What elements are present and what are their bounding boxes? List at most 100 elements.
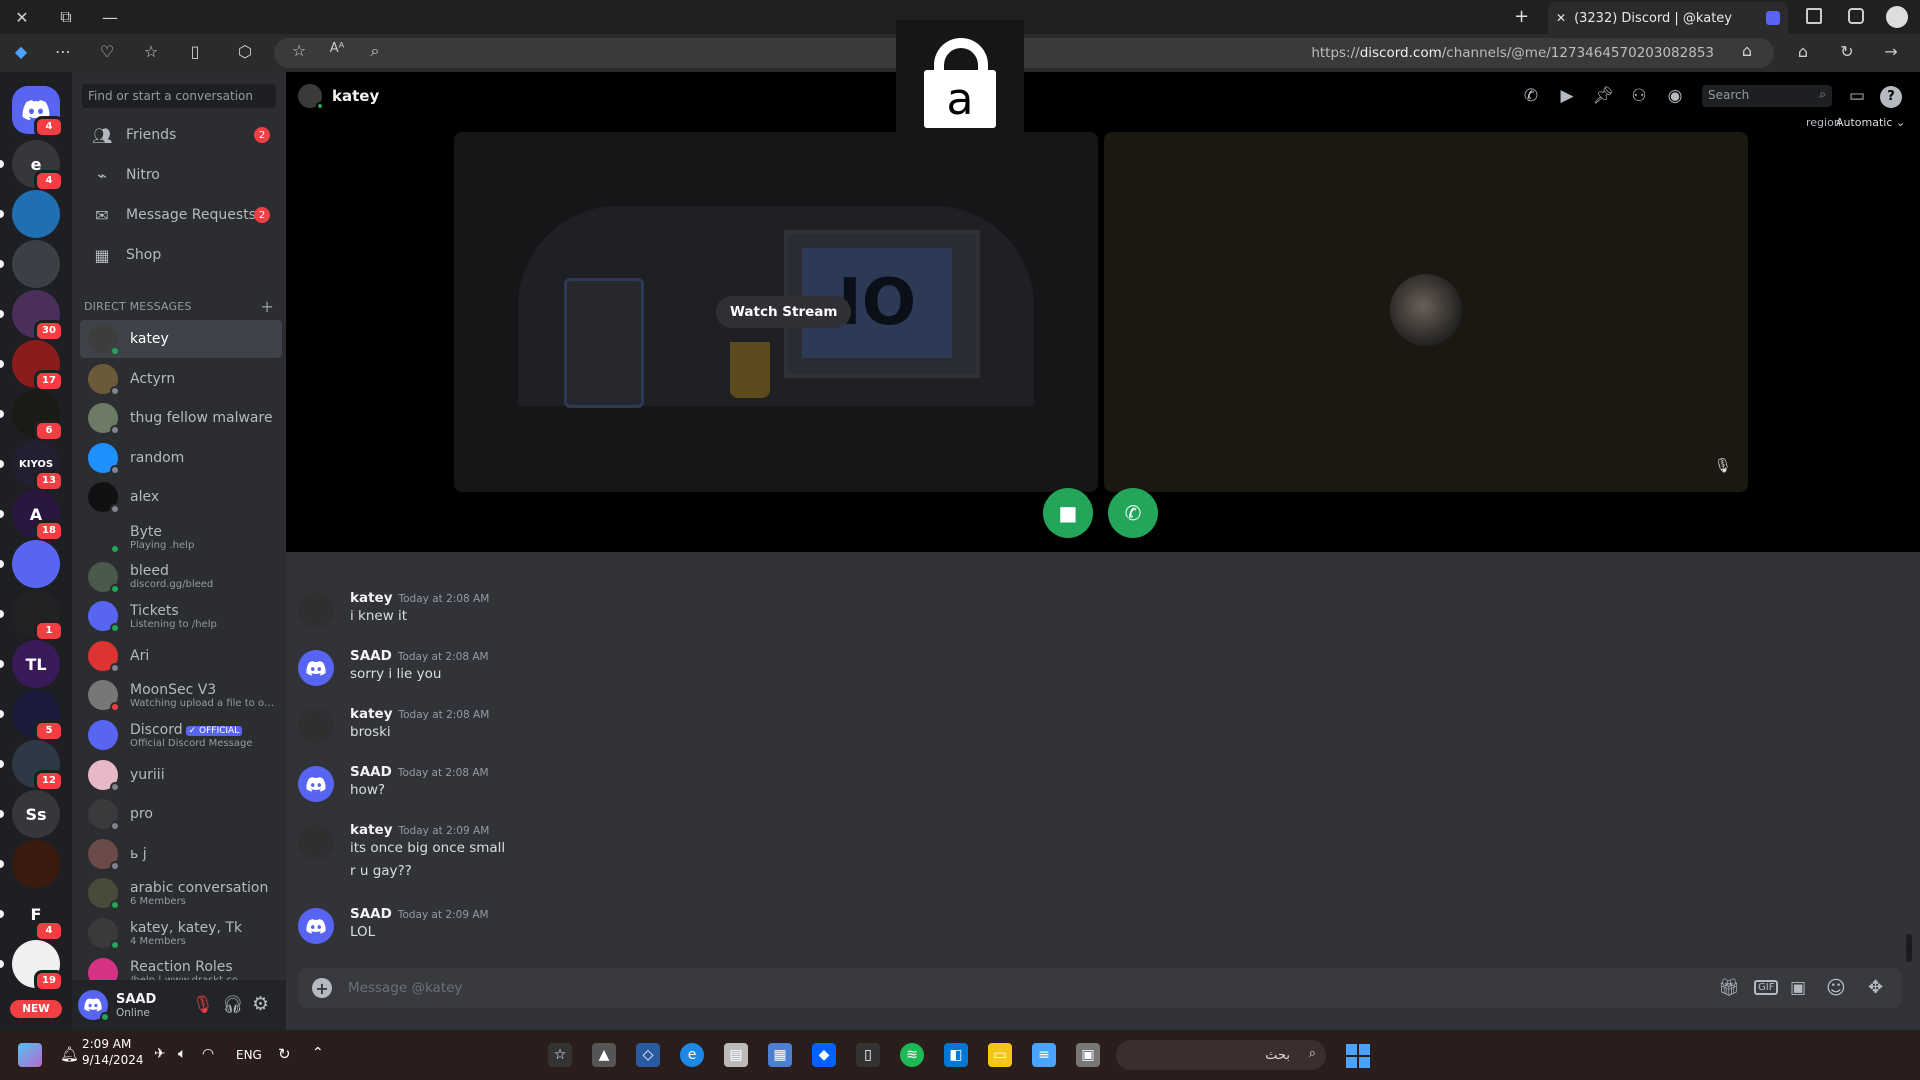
dm-item[interactable]: MoonSec V3 Watching upload a file to obfu… — [80, 676, 282, 714]
taskbar-app-3-icon[interactable]: ◇ — [636, 1043, 660, 1067]
video-call-icon[interactable]: ▶ — [1556, 86, 1578, 108]
dm-item[interactable]: katey, katey, Tk 4 Members — [80, 914, 282, 952]
server-icon[interactable] — [12, 840, 60, 888]
airplane-icon[interactable]: ✈ — [154, 1046, 166, 1062]
server-icon[interactable]: A 18 — [12, 490, 64, 542]
taskbar-app-5-icon[interactable]: ▤ — [724, 1043, 748, 1067]
help-icon[interactable]: ? — [1880, 86, 1902, 108]
language-indicator[interactable]: ENG — [236, 1048, 262, 1062]
join-call-button[interactable]: ✆ — [1108, 488, 1158, 538]
message-composer[interactable]: + Message @katey 🎁︎ GIF ▣ ☺ ✥ — [298, 968, 1902, 1008]
server-icon[interactable]: Ss — [12, 790, 60, 838]
edge-icon[interactable]: e — [680, 1043, 704, 1067]
extensions-icon[interactable]: ⬡ — [234, 42, 256, 64]
minimize-window-icon[interactable]: — — [88, 0, 132, 34]
server-icon[interactable]: 30 — [12, 290, 64, 342]
dm-item[interactable]: ь j — [80, 835, 282, 873]
dm-item[interactable]: Actyrn — [80, 360, 282, 398]
dm-item[interactable]: yuriii — [80, 756, 282, 794]
dropbox-icon[interactable]: ◆ — [812, 1043, 836, 1067]
windows-start-icon[interactable] — [1346, 1044, 1370, 1068]
video-tile[interactable]: 🎙︎ — [1104, 132, 1748, 492]
heart-icon[interactable]: ♡ — [96, 42, 118, 64]
notification-bell-icon[interactable]: 🔔︎ — [60, 1045, 79, 1063]
message-author[interactable]: katey Today at 2:08 AM — [350, 590, 489, 606]
message-avatar[interactable] — [298, 908, 334, 944]
widgets-icon[interactable] — [18, 1043, 42, 1067]
apps-icon[interactable]: ✥ — [1868, 977, 1883, 998]
taskbar-app-13-icon[interactable]: ▣ — [1076, 1043, 1100, 1067]
favorites-icon[interactable]: ☆ — [140, 42, 162, 64]
server-icon[interactable]: 1 — [12, 590, 64, 642]
dm-item[interactable]: Discord ✓ OFFICIAL Official Discord Messag… — [80, 716, 282, 754]
dm-item[interactable]: arabic conversation 6 Members — [80, 874, 282, 912]
watch-stream-button[interactable]: Watch Stream — [716, 296, 852, 328]
headphones-icon[interactable]: 🎧︎ — [222, 995, 244, 1015]
gift-icon[interactable]: 🎁︎ — [1718, 978, 1740, 998]
recipient-avatar[interactable] — [298, 84, 324, 110]
taskbar-app-1-icon[interactable]: ☆ — [548, 1043, 572, 1067]
dm-item[interactable]: alex — [80, 478, 282, 516]
message-author[interactable]: SAAD Today at 2:08 AM — [350, 648, 489, 664]
inbox-icon[interactable]: ▭ — [1846, 86, 1868, 108]
collections-icon[interactable] — [1848, 8, 1864, 24]
dm-item[interactable]: Byte Playing .help — [80, 518, 282, 556]
sync-icon[interactable]: ↻ — [278, 1045, 291, 1063]
settings-gear-icon[interactable]: ⚙ — [252, 993, 269, 1015]
notepad-icon[interactable]: ≡ — [1032, 1043, 1056, 1067]
dm-item[interactable]: Tickets Listening to /help — [80, 597, 282, 635]
dm-item[interactable]: katey — [80, 320, 282, 358]
favorite-star-icon[interactable]: ☆ — [288, 41, 310, 63]
read-aloud-icon[interactable]: Aᴬ — [326, 41, 348, 63]
tab-actions-icon[interactable] — [1806, 8, 1822, 24]
message-author[interactable]: SAAD Today at 2:08 AM — [350, 764, 489, 780]
find-conversation-input[interactable]: Find or start a conversation — [82, 84, 276, 108]
user-profile-icon[interactable]: ◉ — [1664, 86, 1686, 108]
spotify-icon[interactable]: ≋ — [900, 1043, 924, 1067]
more-icon[interactable]: ⋯ — [52, 42, 74, 64]
server-icon[interactable]: e4 — [12, 140, 64, 192]
refresh-icon[interactable]: ↻ — [1836, 42, 1858, 64]
server-icon[interactable]: KIYOS 13 — [12, 440, 64, 492]
add-friends-icon[interactable]: ⚇ — [1628, 86, 1650, 108]
new-unreads-badge[interactable]: NEW — [10, 1000, 62, 1018]
show-hidden-icons-chevron-icon[interactable]: ⌃ — [312, 1045, 324, 1061]
nav-nitro[interactable]: ⌁ Nitro — [80, 156, 278, 194]
wifi-icon[interactable]: ◠ — [202, 1046, 214, 1062]
dm-item[interactable]: bleed discord.gg/bleed — [80, 558, 282, 596]
home-icon[interactable]: ⌂ — [1792, 42, 1814, 64]
server-icon[interactable] — [12, 190, 60, 238]
create-dm-icon[interactable]: + — [260, 297, 274, 316]
server-icon[interactable]: 5 — [12, 690, 64, 742]
message-avatar[interactable] — [298, 592, 334, 628]
message-avatar[interactable] — [298, 824, 334, 860]
browser-tab[interactable]: ✕ (3232) Discord | @katey — [1548, 2, 1788, 34]
taskbar-app-8-icon[interactable]: ▯ — [856, 1043, 880, 1067]
pinned-messages-icon[interactable]: 📌︎ — [1592, 86, 1614, 108]
user-avatar[interactable] — [78, 990, 110, 1022]
attach-plus-icon[interactable]: + — [312, 978, 332, 998]
dm-item[interactable]: random — [80, 439, 282, 477]
server-icon[interactable]: TL — [12, 640, 60, 688]
stream-tile[interactable]: IO Watch Stream — [454, 132, 1098, 492]
copilot-icon[interactable]: ◆ — [10, 42, 32, 64]
recipient-name[interactable]: katey — [332, 87, 379, 105]
voice-call-icon[interactable]: ✆ — [1520, 86, 1542, 108]
taskbar-search[interactable]: بحث ⌕ — [1116, 1040, 1326, 1070]
server-icon[interactable]: 12 — [12, 740, 64, 792]
discord-home-icon[interactable]: 4 — [12, 86, 64, 138]
close-tab-icon[interactable]: ✕ — [1556, 11, 1566, 25]
server-icon[interactable]: F4 — [12, 890, 64, 942]
server-icon[interactable] — [12, 540, 60, 588]
taskbar-app-10-icon[interactable]: ◧ — [944, 1043, 968, 1067]
server-icon[interactable] — [12, 240, 60, 288]
chat-scrollbar[interactable] — [1906, 934, 1912, 962]
sticker-icon[interactable]: ▣ — [1790, 978, 1806, 998]
nav-friends[interactable]: 👥︎ Friends 2 — [80, 116, 278, 154]
message-author[interactable]: katey Today at 2:08 AM — [350, 706, 489, 722]
close-window-icon[interactable]: ✕ — [0, 0, 44, 34]
server-icon[interactable]: 6 — [12, 390, 64, 442]
search-input[interactable]: Search ⌕ — [1702, 85, 1832, 107]
dm-item[interactable]: Ari — [80, 637, 282, 675]
message-avatar[interactable] — [298, 766, 334, 802]
